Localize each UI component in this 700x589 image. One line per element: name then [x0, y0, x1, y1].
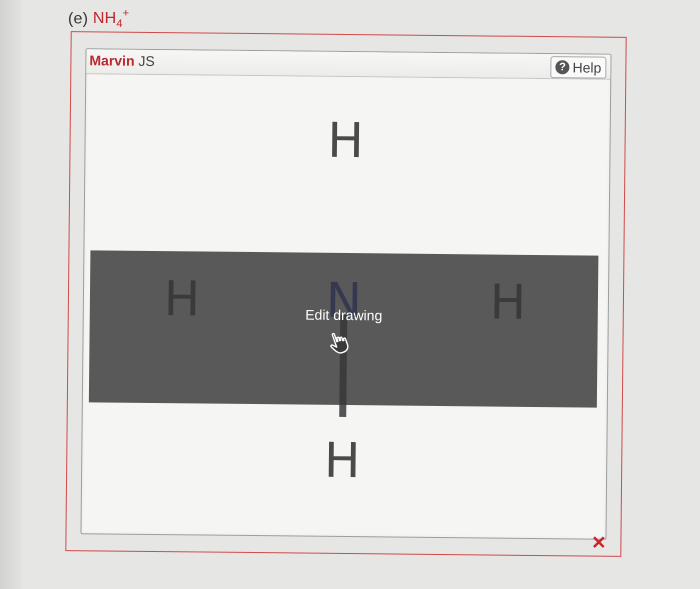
marvin-editor: Marvin JS ? Help H H Edit drawing — [80, 48, 612, 540]
question-label: (e) NH4+ — [68, 8, 129, 31]
drawing-canvas[interactable]: H N H H H Edit drawing — [83, 74, 609, 537]
brand-name: Marvin — [89, 52, 135, 69]
help-button[interactable]: ? Help — [550, 56, 607, 79]
atom-h-bottom: H — [324, 433, 361, 489]
question-formula: NH4+ — [92, 8, 130, 31]
answer-frame: Marvin JS ? Help H H Edit drawing ✕ — [65, 31, 627, 557]
formula-base: NH — [92, 10, 117, 28]
help-label: Help — [572, 59, 602, 76]
formula-subscript: 4 — [116, 18, 123, 31]
question-prefix: (e) — [68, 10, 89, 28]
editor-brand: Marvin JS — [89, 52, 155, 69]
page-left-edge — [0, 0, 22, 589]
remove-answer-button[interactable]: ✕ — [591, 533, 606, 554]
hand-pointer-icon — [330, 332, 349, 354]
formula-charge: + — [122, 8, 130, 20]
edit-drawing-label: Edit drawing — [305, 306, 383, 324]
atom-h-top: H — [327, 113, 364, 169]
brand-suffix: JS — [138, 52, 155, 69]
edit-drawing-overlay[interactable]: Edit drawing — [88, 250, 599, 408]
help-icon: ? — [555, 60, 570, 75]
